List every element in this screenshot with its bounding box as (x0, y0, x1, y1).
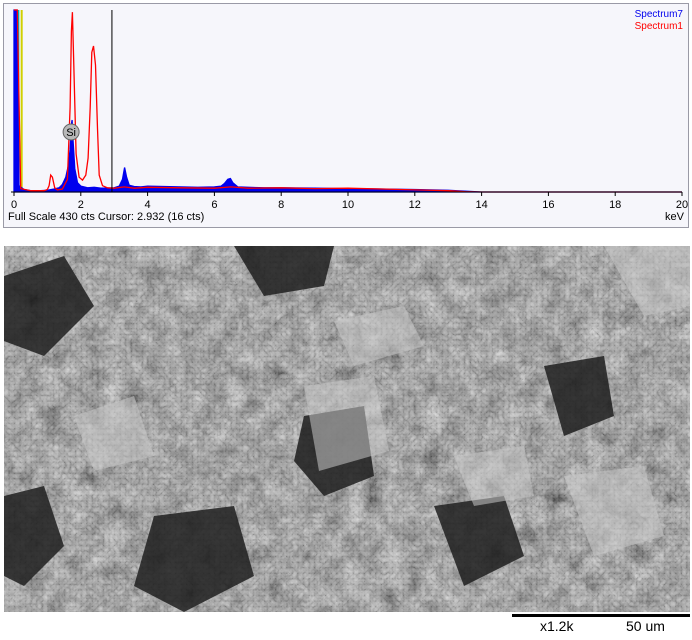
legend-spectrum1: Spectrum1 (634, 21, 683, 32)
x-tick-label: 18 (609, 199, 621, 211)
x-tick-label: 4 (145, 199, 151, 211)
scale-length-label: 50 um (626, 618, 665, 634)
x-tick-label: 20 (676, 199, 688, 211)
x-tick-label: 0 (11, 199, 17, 211)
si-peak-label: Si (62, 123, 80, 141)
x-tick-label: 10 (342, 199, 354, 211)
x-tick-label: 12 (409, 199, 421, 211)
x-tick-label: 8 (278, 199, 284, 211)
x-tick-label: 6 (211, 199, 217, 211)
sem-micrograph (4, 246, 690, 612)
eds-spectrum-chart: Si 0 2 4 6 8 10 12 14 16 18 20 (4, 4, 688, 227)
status-readout: Full Scale 430 cts Cursor: 2.932 (16 cts… (8, 211, 205, 223)
x-tick-label: 14 (475, 199, 487, 211)
x-tick-label: 16 (542, 199, 554, 211)
legend-spectrum7: Spectrum7 (634, 9, 683, 20)
magnification-label: x1.2k (540, 618, 574, 634)
x-axis-unit-label: keV (665, 211, 684, 223)
sem-info-bar: x1.2k 50 um (4, 612, 690, 640)
chart-background (4, 4, 688, 227)
x-tick-label: 2 (78, 199, 84, 211)
scale-bar (512, 614, 690, 617)
sem-image (4, 246, 690, 612)
eds-spectrum-panel: Si 0 2 4 6 8 10 12 14 16 18 20 Spectrum7 Spectrum1… (3, 3, 689, 228)
svg-text:Si: Si (66, 127, 76, 139)
